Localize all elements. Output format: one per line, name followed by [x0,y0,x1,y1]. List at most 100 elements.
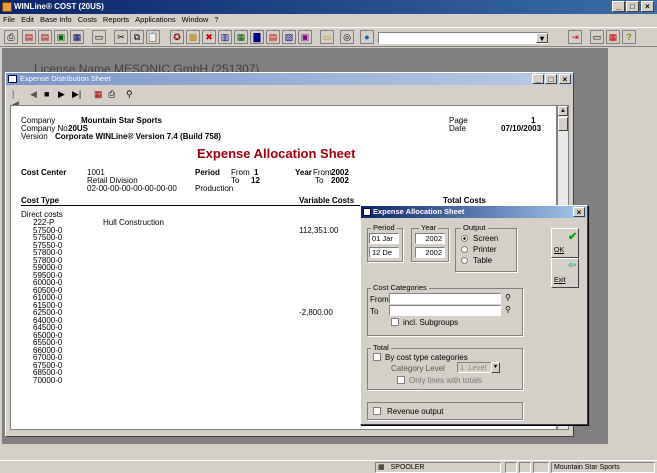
cost-category-from-input[interactable] [389,293,501,304]
cost-category-to-input[interactable] [389,305,501,316]
search-icon[interactable]: ◎ [340,30,354,44]
period-to: 12 [251,176,260,185]
lookup-icon[interactable]: ⚲ [505,293,511,302]
page-icon[interactable]: ▤ [22,30,36,44]
cost-center-label: Cost Center [21,168,67,177]
print-icon[interactable]: ⎙ [4,30,18,44]
app-title-bar: WINLine® COST (20US) [0,0,657,14]
child-minimize-button[interactable]: _ [532,74,544,84]
window-icon[interactable]: ▭ [590,30,604,44]
year-to-label: To [315,176,324,185]
period-to-label: To [231,176,240,185]
status-bar: ▦ SPOOLER Mountain Star Sports [0,460,657,473]
year-from-input[interactable]: 2002 [415,233,445,244]
screen-label: Screen [473,234,499,243]
report-window-title: Expense Distribution Sheet [6,73,573,85]
status-company: Mountain Star Sports [551,462,655,473]
by-cost-type-checkbox[interactable] [373,353,381,361]
module-icon[interactable]: ▩ [186,30,200,44]
category-level-label: Category Level [391,364,445,373]
to-label: To [370,307,379,316]
module-icon[interactable]: ▇ [250,30,264,44]
ok-label: OK [554,247,565,254]
globe-icon[interactable]: ● [360,30,374,44]
cost-type-header: Cost Type [21,196,60,205]
period-to-select[interactable]: 12 De [369,247,399,258]
menu-help[interactable]: ? [214,15,218,24]
menu-edit[interactable]: Edit [21,15,34,24]
menu-costs[interactable]: Costs [78,15,97,24]
lookup-icon[interactable]: ⚲ [505,305,511,314]
help-icon[interactable]: ? [622,30,636,44]
calendar-icon[interactable]: ▦ [606,30,620,44]
menu-reports[interactable]: Reports [103,15,129,24]
revenue-output-checkbox[interactable] [373,407,381,415]
module-icon[interactable]: ▤ [266,30,280,44]
report-window-icon [8,75,17,83]
only-lines-checkbox[interactable] [397,376,405,384]
report-title: Expense Allocation Sheet [197,146,356,161]
next-page-icon[interactable]: ▶ [58,89,65,100]
last-page-icon[interactable]: ▶| [72,89,81,100]
prev-page-icon[interactable]: ◀ [30,89,37,100]
status-panel [505,462,517,473]
year-to-input[interactable]: 2002 [415,247,445,258]
ok-button[interactable]: ✔ OK [551,228,579,258]
child-close-button[interactable]: × [559,74,571,84]
tools-icon[interactable]: ▦ [70,30,84,44]
category-level-chevron-icon[interactable]: ▾ [491,362,500,373]
command-input[interactable] [378,32,548,44]
module-icon[interactable]: ▣ [298,30,312,44]
status-panel [519,462,531,473]
folder-icon[interactable]: ▭ [320,30,334,44]
module-icon[interactable]: ▦ [234,30,248,44]
stop-icon[interactable]: ■ [44,89,49,99]
copy-icon[interactable]: ⧉ [130,30,144,44]
exit-icon: ⇦ [568,260,577,271]
period-from-select[interactable]: 01 Jar [369,233,399,244]
from-label: From [370,295,389,304]
find-icon[interactable]: ▣ [54,30,68,44]
incl-subgroups-checkbox[interactable] [391,318,399,326]
maximize-button[interactable]: □ [626,1,639,12]
page-icon[interactable]: ▤ [38,30,52,44]
only-lines-label: Only lines with totals [409,376,482,385]
dialog-close-button[interactable]: × [573,207,585,217]
scroll-up-icon[interactable]: ▲ [558,106,568,116]
cost-categories-label: Cost Categories [371,283,429,292]
check-icon: ✔ [568,231,578,243]
paste-icon[interactable]: 📋 [146,30,160,44]
total-group-label: Total [371,343,391,352]
exit-button[interactable]: ⇦ Exit [551,258,579,288]
cut-icon[interactable]: ✂ [114,30,128,44]
menu-base-info[interactable]: Base Info [40,15,72,24]
dropdown-chevron-icon[interactable]: ▾ [536,33,548,43]
menu-applications[interactable]: Applications [135,15,175,24]
print-icon[interactable]: ⎙ [108,89,115,100]
child-maximize-button[interactable]: □ [545,74,557,84]
year-to: 2002 [331,176,349,185]
module-icon[interactable]: ▧ [282,30,296,44]
exit-icon[interactable]: ⇥ [568,30,582,44]
variable-costs-header: Variable Costs [299,196,355,205]
close-button[interactable]: × [641,1,654,12]
total-costs-header: Total Costs [443,196,486,205]
module-icon[interactable]: ✖ [202,30,216,44]
spooler-panel[interactable]: ▦ SPOOLER [375,462,501,473]
export-icon[interactable]: ▦ [94,89,103,100]
row-variable-cost: -2,800.00 [299,308,333,317]
exit-label: Exit [554,277,566,284]
screen-radio[interactable] [461,235,468,242]
scroll-thumb[interactable] [558,117,568,131]
menu-window[interactable]: Window [182,15,209,24]
year-group-label: Year [419,223,439,232]
minimize-button[interactable]: _ [612,1,625,12]
module-icon[interactable]: ▥ [218,30,232,44]
menu-file[interactable]: File [3,15,15,24]
dialog-icon [363,208,371,216]
table-radio[interactable] [461,257,468,264]
window-icon[interactable]: ▭ [92,30,106,44]
module-icon[interactable]: ✪ [170,30,184,44]
zoom-icon[interactable]: ⚲ [126,89,133,100]
printer-radio[interactable] [461,246,468,253]
